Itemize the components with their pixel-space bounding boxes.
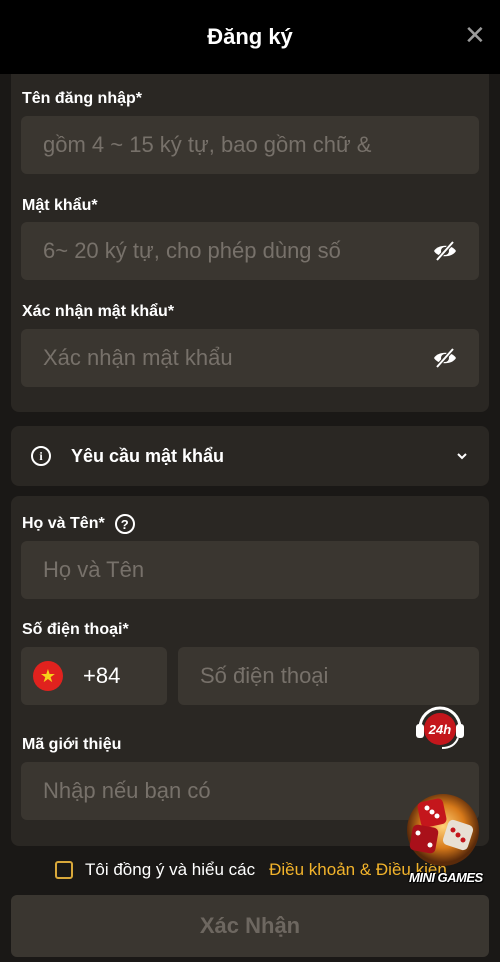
full-name-label: Họ và Tên* <box>22 515 105 533</box>
password-requirements-toggle[interactable]: i Yêu cầu mật khẩu <box>11 426 489 486</box>
info-icon: i <box>31 446 51 466</box>
header-bar: Đăng ký ✕ <box>0 0 500 74</box>
phone-label: Số điện thoại* <box>22 621 129 638</box>
password-input[interactable]: 6~ 20 ký tự, cho phép dùng số <box>21 222 479 280</box>
username-placeholder: gồm 4 ~ 15 ký tự, bao gồm chữ & <box>43 132 372 157</box>
referral-placeholder: Nhập nếu bạn có <box>43 778 211 803</box>
agreement-row: Tôi đồng ý và hiểu các Điều khoản & Điều… <box>55 858 447 882</box>
confirm-password-label: Xác nhận mật khẩu* <box>22 303 175 320</box>
support-badge-text: 24h <box>428 722 451 737</box>
support-24h-icon[interactable]: 24h <box>414 704 466 752</box>
full-name-label-row: Họ và Tên*? <box>22 514 135 534</box>
close-icon[interactable]: ✕ <box>464 22 486 48</box>
minigames-label: MINI GAMES <box>409 870 483 885</box>
full-name-input[interactable]: Họ và Tên <box>21 541 479 599</box>
password-placeholder: 6~ 20 ký tự, cho phép dùng số <box>43 238 341 263</box>
password-requirements-label: Yêu cầu mật khẩu <box>71 445 225 466</box>
full-name-placeholder: Họ và Tên <box>43 557 145 582</box>
password-label: Mật khẩu* <box>22 197 98 214</box>
help-icon[interactable]: ? <box>114 514 135 534</box>
chevron-down-icon <box>457 453 467 460</box>
phone-placeholder: Số điện thoại <box>200 663 329 688</box>
confirm-password-input[interactable]: Xác nhận mật khẩu <box>21 329 479 387</box>
referral-label: Mã giới thiệu <box>22 736 122 753</box>
eye-off-icon[interactable] <box>433 346 457 370</box>
country-code-selector[interactable]: ★ +84 <box>21 647 167 705</box>
agreement-checkbox[interactable] <box>55 861 73 879</box>
username-label: Tên đăng nhập* <box>22 90 142 107</box>
eye-off-icon[interactable] <box>433 239 457 263</box>
confirm-password-placeholder: Xác nhận mật khẩu <box>43 345 233 370</box>
submit-button[interactable]: Xác Nhận <box>11 895 489 957</box>
username-input[interactable]: gồm 4 ~ 15 ký tự, bao gồm chữ & <box>21 116 479 174</box>
country-code: +84 <box>83 663 121 688</box>
phone-input[interactable]: Số điện thoại <box>178 647 479 705</box>
agreement-text: Tôi đồng ý và hiểu các <box>85 860 256 879</box>
page-title: Đăng ký <box>207 24 293 49</box>
account-card: Tên đăng nhập* gồm 4 ~ 15 ký tự, bao gồm… <box>11 74 489 412</box>
vietnam-flag-icon: ★ <box>33 661 63 691</box>
